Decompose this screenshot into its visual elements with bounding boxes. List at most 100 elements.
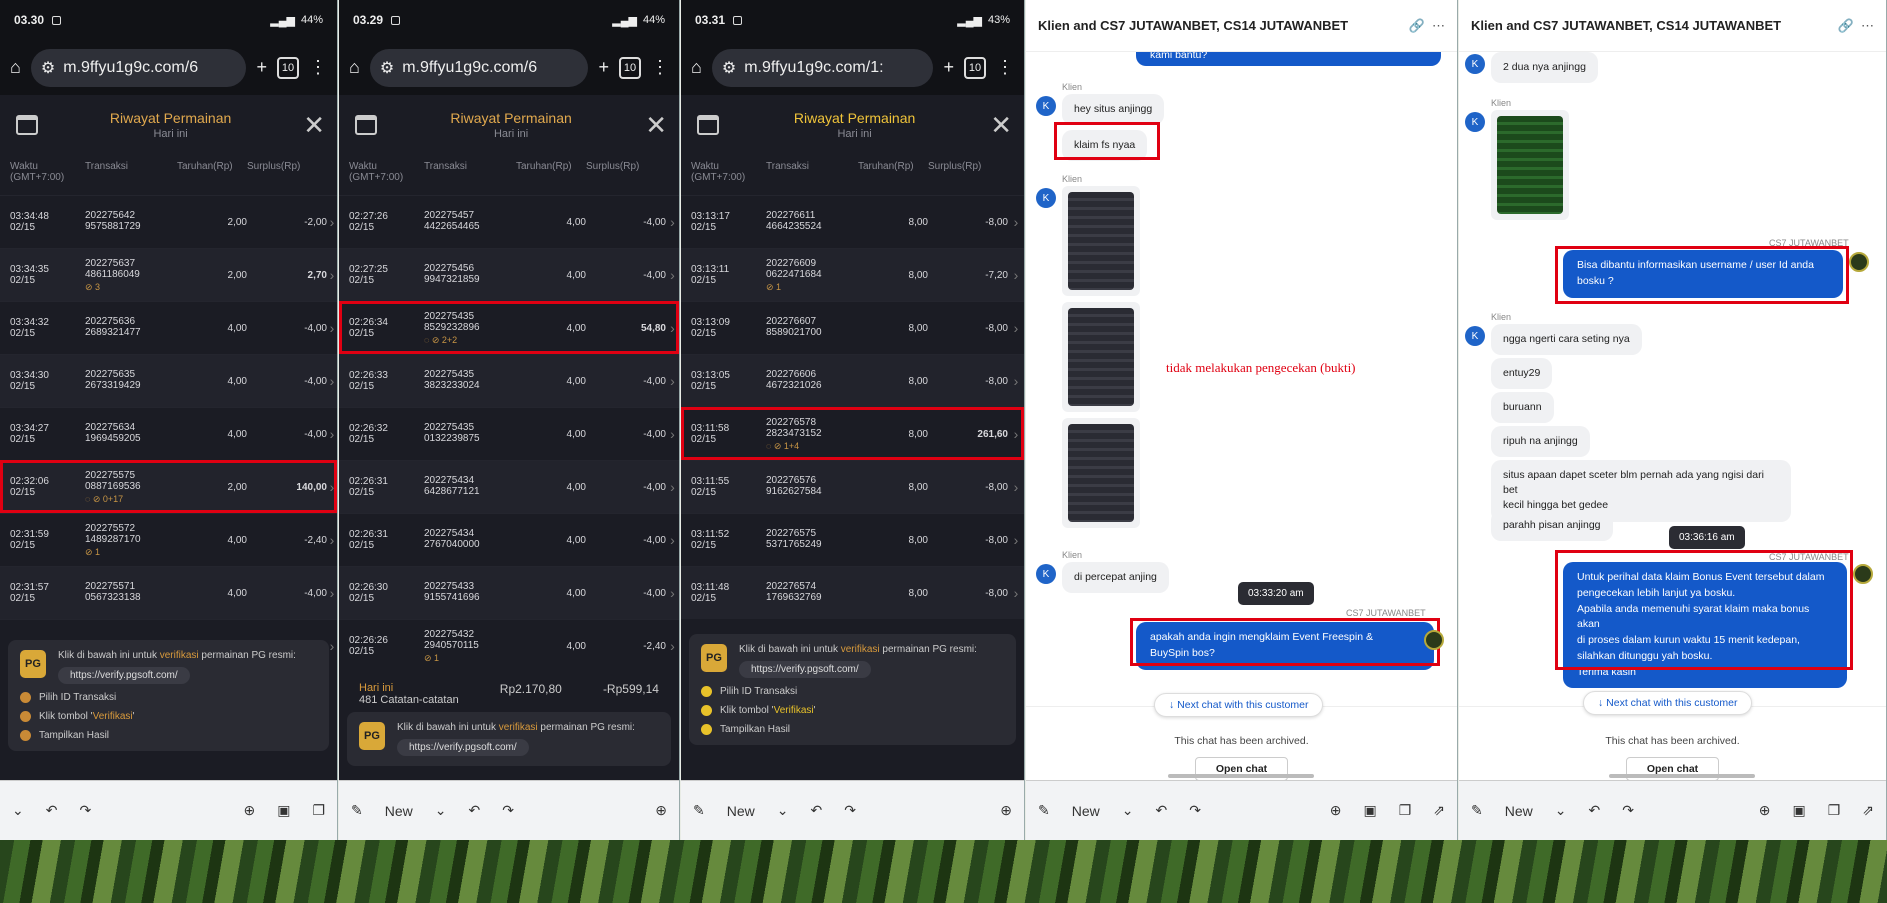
table-row[interactable]: 03:13:05 02/15 202276606 4672321026 8,00 -8,0… [681,354,1024,407]
chevron-right-icon[interactable]: › [666,267,679,283]
next-chat-button[interactable]: ↓ Next chat with this customer [1583,691,1753,715]
table-row[interactable]: 02:26:30 02/15 202275433 9155741696 4,00 -4,0… [339,566,679,619]
home-icon[interactable]: ⌂ [691,57,702,78]
chevron-right-icon[interactable]: › [327,585,337,601]
table-row[interactable]: 02:26:32 02/15 202275435 0132239875 4,00 -4,0… [339,407,679,460]
chevron-right-icon[interactable]: › [666,426,679,442]
new-button[interactable]: New [727,803,755,819]
menu-icon[interactable]: ⋮ [996,57,1014,78]
calendar-icon[interactable] [16,115,38,135]
more-icon[interactable]: ⋯ [1432,18,1445,33]
chevron-right-icon[interactable]: › [327,373,337,389]
chevron-right-icon[interactable]: › [1008,214,1024,230]
link-icon[interactable]: 🔗 [1838,18,1854,33]
table-row[interactable]: 02:32:06 02/15 202275575 0887169536 ◌ ⊘ 0+17… [0,460,337,513]
calendar-icon[interactable] [355,115,377,135]
table-row[interactable]: 03:34:48 02/15 202275642 9575881729 2,00 -2,0… [0,195,337,248]
table-row[interactable]: 03:11:48 02/15 202276574 1769632769 8,00 -8,0… [681,566,1024,619]
menu-icon[interactable]: ⋮ [309,57,327,78]
home-icon[interactable]: ⌂ [10,57,21,78]
verify-link[interactable]: https://verify.pgsoft.com/ [739,661,871,678]
chevron-down-icon[interactable]: ⌄ [1555,802,1567,819]
save-icon[interactable]: ▣ [1363,802,1376,819]
calendar-icon[interactable] [697,115,719,135]
image-attachment[interactable] [1491,110,1569,220]
chevron-right-icon[interactable]: › [327,320,337,336]
chevron-right-icon[interactable]: › [1008,267,1024,283]
table-row[interactable]: 02:31:57 02/15 202275571 0567323138 4,00 -4,0… [0,566,337,619]
zoom-icon[interactable]: ⊕ [243,802,255,819]
image-attachment[interactable] [1062,418,1140,528]
undo-icon[interactable]: ↶ [1588,802,1600,819]
table-row[interactable]: 03:11:52 02/15 202276575 5371765249 8,00 -8,0… [681,513,1024,566]
table-row[interactable]: 03:13:11 02/15 202276609 0622471684 ⊘ 1 8,00 -… [681,248,1024,301]
copy-icon[interactable]: ❐ [1828,802,1841,819]
address-bar[interactable]: ⚙ m.9ffyu1g9c.com/1: [711,48,934,87]
new-button[interactable]: New [1072,803,1100,819]
save-icon[interactable]: ▣ [277,802,290,819]
address-bar[interactable]: ⚙ m.9ffyu1g9c.com/6 [30,48,247,87]
undo-icon[interactable]: ↶ [810,802,822,819]
tab-count[interactable]: 10 [964,56,986,79]
ai-edit-icon[interactable]: ✎ [1471,802,1483,819]
chevron-right-icon[interactable]: › [666,638,679,654]
image-attachment[interactable] [1062,186,1140,296]
chevron-right-icon[interactable]: › [666,479,679,495]
table-row[interactable]: 02:26:31 02/15 202275434 2767040000 4,00 -4,0… [339,513,679,566]
new-button[interactable]: New [1505,803,1533,819]
new-tab-icon[interactable]: + [256,57,267,78]
table-row[interactable]: 03:11:55 02/15 202276576 9162627584 8,00 -8,0… [681,460,1024,513]
new-tab-icon[interactable]: + [598,57,609,78]
chevron-right-icon[interactable]: › [1008,320,1024,336]
site-settings-icon[interactable]: ⚙ [722,58,736,78]
table-row[interactable]: 03:34:32 02/15 202275636 2689321477 4,00 -4,0… [0,301,337,354]
save-icon[interactable]: ▣ [1792,802,1805,819]
chevron-right-icon[interactable]: › [666,532,679,548]
chevron-right-icon[interactable]: › [666,373,679,389]
table-row[interactable]: 03:13:09 02/15 202276607 8589021700 8,00 -8,0… [681,301,1024,354]
table-row[interactable]: 02:26:26 02/15 202275432 2940570115 ⊘ 1 4,00 -… [339,619,679,672]
ai-edit-icon[interactable]: ✎ [1038,802,1050,819]
more-icon[interactable]: ⋯ [1861,18,1874,33]
share-icon[interactable]: ⇗ [1862,802,1874,819]
site-settings-icon[interactable]: ⚙ [41,58,55,78]
chevron-right-icon[interactable]: › [666,214,679,230]
chevron-down-icon[interactable]: ⌄ [1122,802,1134,819]
table-row[interactable]: 02:26:33 02/15 202275435 3823233024 4,00 -4,0… [339,354,679,407]
chevron-right-icon[interactable]: › [1008,585,1024,601]
redo-icon[interactable]: ↷ [1189,802,1201,819]
table-row[interactable]: 02:27:25 02/15 202275456 9947321859 4,00 -4,0… [339,248,679,301]
zoom-icon[interactable]: ⊕ [1759,802,1771,819]
chevron-right-icon[interactable]: › [666,320,679,336]
ai-edit-icon[interactable]: ✎ [351,802,363,819]
chevron-down-icon[interactable]: ⌄ [12,802,24,819]
chevron-right-icon[interactable]: › [327,214,337,230]
scrollbar[interactable] [1609,774,1755,778]
home-icon[interactable]: ⌂ [349,57,360,78]
table-row[interactable]: 02:26:34 02/15 202275435 8529232896 ◌ ⊘ 2+2 4… [339,301,679,354]
verify-link[interactable]: https://verify.pgsoft.com/ [58,667,190,684]
menu-icon[interactable]: ⋮ [651,57,669,78]
undo-icon[interactable]: ↶ [468,802,480,819]
chevron-right-icon[interactable]: › [327,267,337,283]
table-row[interactable]: 02:31:59 02/15 202275572 1489287170 ⊘ 1 4,00 -… [0,513,337,566]
copy-icon[interactable]: ❐ [312,802,325,819]
table-row[interactable]: 03:34:35 02/15 202275637 4861186049 ⊘ 3 2,00 2… [0,248,337,301]
chevron-right-icon[interactable]: › [327,479,337,495]
zoom-icon[interactable]: ⊕ [1000,802,1012,819]
chevron-down-icon[interactable]: ⌄ [777,802,789,819]
verify-link[interactable]: https://verify.pgsoft.com/ [397,739,529,756]
next-chat-button[interactable]: ↓ Next chat with this customer [1154,693,1324,717]
chevron-right-icon[interactable]: › [1008,426,1024,442]
share-icon[interactable]: ⇗ [1433,802,1445,819]
redo-icon[interactable]: ↷ [844,802,856,819]
redo-icon[interactable]: ↷ [1622,802,1634,819]
zoom-icon[interactable]: ⊕ [655,802,667,819]
new-button[interactable]: New [385,803,413,819]
tab-count[interactable]: 10 [277,56,299,79]
address-bar[interactable]: ⚙ m.9ffyu1g9c.com/6 [369,48,589,87]
copy-icon[interactable]: ❐ [1399,802,1412,819]
undo-icon[interactable]: ↶ [46,802,58,819]
link-icon[interactable]: 🔗 [1409,18,1425,33]
undo-icon[interactable]: ↶ [1155,802,1167,819]
